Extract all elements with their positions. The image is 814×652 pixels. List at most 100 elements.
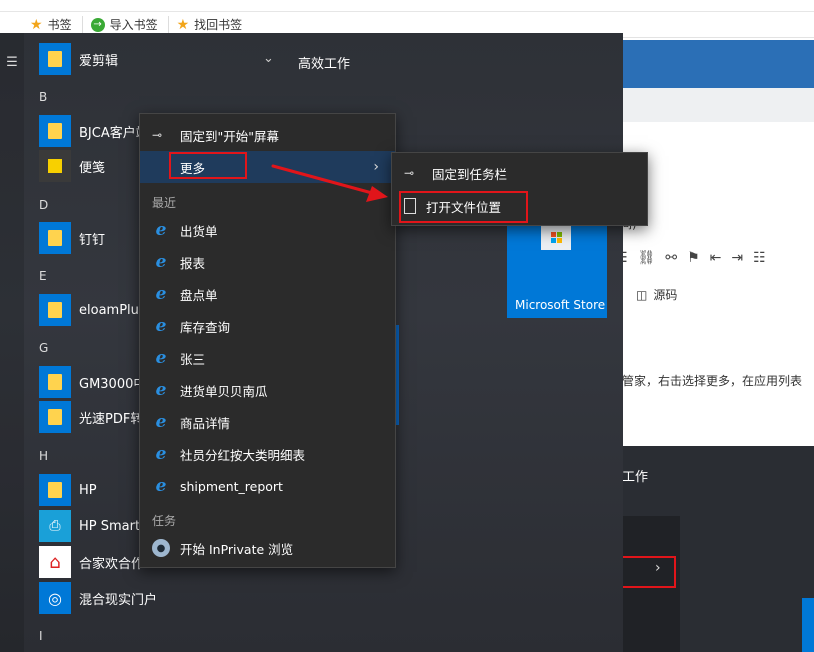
section-header: 最近 — [152, 196, 177, 210]
app-label: 合家欢合作 — [79, 556, 145, 572]
section-letter[interactable]: G — [39, 341, 48, 355]
highlight-box — [169, 152, 247, 179]
link-icon[interactable]: ⛓ — [638, 250, 656, 266]
menu-item-label: 开始 InPrivate 浏览 — [180, 541, 294, 557]
indent-icon[interactable]: ⇥ — [731, 250, 743, 266]
section-letter[interactable]: B — [39, 90, 47, 104]
recent-item[interactable]: e 进货单贝贝南瓜 — [140, 374, 395, 406]
folder-icon — [39, 294, 71, 326]
folder-icon — [39, 115, 71, 147]
tile-group-title[interactable]: 高效工作 — [298, 53, 350, 72]
bookmark-item[interactable]: ★ 书签 — [30, 16, 83, 33]
recent-item[interactable]: e 库存查询 — [140, 310, 395, 342]
browser-tab-strip — [0, 0, 814, 12]
menu-item-label: 商品详情 — [180, 415, 231, 431]
tile-label: Microsoft Store — [515, 298, 606, 312]
menu-item-label: 张三 — [180, 351, 206, 367]
recent-item[interactable]: e 社员分红按大类明细表 — [140, 438, 395, 470]
menu-item-label: 盘点单 — [180, 287, 218, 303]
app-item[interactable]: 爱剪辑 — [39, 43, 118, 75]
app-item[interactable]: 钉钉 — [39, 222, 105, 254]
task-item-inprivate[interactable]: ● 开始 InPrivate 浏览 — [140, 532, 395, 564]
menu-item-pin-start[interactable]: ⊸ 固定到"开始"屏幕 — [140, 119, 395, 151]
bookmark-import[interactable]: → 导入书签 — [90, 16, 169, 33]
app-item[interactable]: ⎙ HP Smart — [39, 510, 140, 542]
context-menu: ⊸ 固定到"开始"屏幕 更多 › 最近 e 出货单 e 报表 e 盘点单 e 库… — [139, 113, 396, 568]
source-label: 源码 — [653, 288, 678, 302]
app-label: 便笺 — [79, 160, 106, 176]
app-item[interactable]: BJCA客户端 — [39, 115, 149, 147]
ie-icon: e — [155, 476, 167, 496]
list-icon[interactable]: ☷ — [753, 250, 766, 266]
ie-icon: e — [155, 348, 167, 368]
section-letter[interactable]: H — [39, 449, 48, 463]
house-icon: ⌂ — [39, 546, 71, 578]
hamburger-icon[interactable]: ☰ — [0, 55, 24, 70]
page-body-text: 管家，右击选择更多，在应用列表 — [622, 374, 803, 388]
outdent-icon[interactable]: ⇤ — [710, 250, 722, 266]
app-label: 光速PDF转 — [79, 411, 144, 427]
mixed-reality-icon: ◎ — [39, 582, 71, 614]
folder-icon — [39, 222, 71, 254]
menu-item-label: 固定到任务栏 — [432, 166, 508, 182]
ie-icon: e — [155, 412, 167, 432]
bookmark-label: 导入书签 — [109, 18, 158, 32]
chevron-right-icon: › — [655, 560, 661, 576]
section-header: 任务 — [152, 514, 177, 528]
menu-item-label: 进货单贝贝南瓜 — [180, 383, 268, 399]
recent-item[interactable]: e 报表 — [140, 246, 395, 278]
app-item[interactable]: ◎ 混合现实门户 — [39, 582, 157, 614]
bookmark-label: 书签 — [47, 18, 72, 32]
editor-toolbar: ☰ ⛓ ⚯ ⚑ ⇤ ⇥ ☷ — [615, 250, 766, 266]
source-icon: ◫ — [636, 287, 648, 302]
app-label: HP Smart — [79, 518, 141, 534]
menu-item-label: 出货单 — [180, 223, 218, 239]
app-label: 爱剪辑 — [79, 53, 119, 69]
app-item[interactable]: 光速PDF转 — [39, 401, 143, 433]
bookmark-recover[interactable]: ★ 找回书签 — [177, 16, 253, 33]
inprivate-icon: ● — [152, 539, 170, 557]
hp-smart-icon: ⎙ — [39, 510, 71, 542]
recent-item[interactable]: e 出货单 — [140, 214, 395, 246]
ie-icon: e — [155, 284, 167, 304]
recent-item[interactable]: e 盘点单 — [140, 278, 395, 310]
chevron-down-icon[interactable]: ⌄ — [263, 51, 274, 66]
flag-icon[interactable]: ⚑ — [687, 250, 700, 266]
recent-item[interactable]: e 张三 — [140, 342, 395, 374]
app-label: GM3000中 — [79, 376, 147, 392]
recent-item[interactable]: e shipment_report — [140, 470, 395, 502]
highlight-box — [399, 191, 528, 223]
microsoft-store-tile[interactable]: Microsoft Store — [507, 226, 607, 318]
bookmark-label: 找回书签 — [194, 18, 243, 32]
menu-item-label: shipment_report — [180, 478, 283, 494]
ie-icon: e — [155, 444, 167, 464]
app-item[interactable]: ⌂ 合家欢合作 — [39, 546, 144, 578]
unlink-icon[interactable]: ⚯ — [665, 250, 677, 266]
menu-item-pin-taskbar[interactable]: ⊸ 固定到任务栏 — [392, 157, 647, 189]
app-item[interactable]: HP — [39, 474, 97, 506]
recent-item[interactable]: e 商品详情 — [140, 406, 395, 438]
tile-edge — [802, 598, 814, 652]
folder-icon — [39, 43, 71, 75]
menu-item-label: 库存查询 — [180, 319, 231, 335]
ie-icon: e — [155, 252, 167, 272]
sticky-notes-icon — [39, 150, 71, 182]
section-letter[interactable]: I — [39, 629, 43, 643]
menu-item-label: 固定到"开始"屏幕 — [180, 128, 279, 144]
chevron-right-icon: › — [373, 159, 379, 175]
highlight-box — [618, 556, 676, 588]
app-item[interactable]: GM3000中 — [39, 366, 146, 398]
folder-icon — [39, 401, 71, 433]
source-button[interactable]: ◫ 源码 — [636, 286, 677, 303]
section-letter[interactable]: D — [39, 198, 48, 212]
menu-item-label: 报表 — [180, 255, 206, 271]
section-letter[interactable]: E — [39, 269, 47, 283]
app-item[interactable]: eloamPlug — [39, 294, 147, 326]
star-icon: ★ — [176, 16, 190, 33]
app-item[interactable]: 便笺 — [39, 150, 105, 182]
secondary-start-menu: 工作 › — [600, 446, 814, 652]
ie-icon: e — [155, 220, 167, 240]
ie-icon: e — [155, 316, 167, 336]
ie-icon: e — [155, 380, 167, 400]
app-list-scrollbar[interactable] — [396, 325, 399, 425]
